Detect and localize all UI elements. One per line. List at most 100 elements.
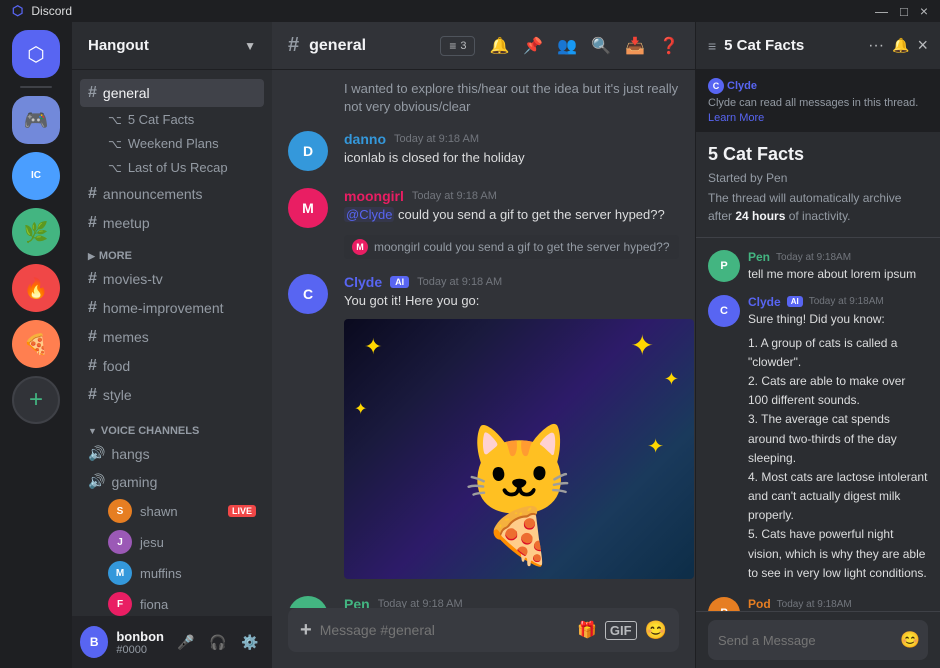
voice-channel-gaming[interactable]: 🔊 gaming <box>80 468 264 495</box>
thread-msg-time: Today at 9:18AM <box>777 599 852 610</box>
channel-item-home-improvement[interactable]: # home-improvement <box>80 294 264 322</box>
server-header[interactable]: Hangout ▼ <box>72 22 272 70</box>
server-list: ⬡ 🎮 IC 🌿 🔥 🍕 + <box>0 22 72 668</box>
server-icon-5[interactable]: 🍕 <box>12 320 60 368</box>
header-actions: ≡ 3 🔔 📌 👥 🔍 📥 ❓ <box>440 36 679 56</box>
more-label: MORE <box>99 250 132 262</box>
message-author: danno <box>344 131 386 147</box>
message: M moongirl Today at 9:18 AM @Clyde could… <box>272 184 695 232</box>
clyde-banner-text: Clyde can read all messages in this thre… <box>708 97 918 109</box>
avatar: D <box>288 131 328 171</box>
maximize-button[interactable]: □ <box>900 4 908 19</box>
voice-user-name: jesu <box>140 535 164 550</box>
thread-msg-content: Pod Today at 9:18AM what are the best ca… <box>748 597 928 611</box>
thread-icon: ≡ <box>449 39 456 53</box>
hash-icon: # <box>88 84 97 102</box>
close-icon[interactable]: × <box>917 35 928 56</box>
headphone-icon[interactable]: 🎧 <box>204 628 232 656</box>
avatar: J <box>108 530 132 554</box>
username: bonbon <box>116 629 164 644</box>
members-icon[interactable]: 👥 <box>557 36 577 56</box>
thread-icon: ≡ <box>708 38 716 54</box>
channel-item-general[interactable]: # general <box>80 79 264 107</box>
channel-item-meetup[interactable]: # meetup <box>80 209 264 237</box>
hash-icon: # <box>288 34 299 57</box>
voice-channel-hangs[interactable]: 🔊 hangs <box>80 440 264 467</box>
thread-info: 5 Cat Facts Started by Pen The thread wi… <box>696 132 940 238</box>
gift-icon[interactable]: 🎁 <box>577 620 597 640</box>
hash-icon: # <box>88 328 97 346</box>
inbox-icon[interactable]: 📥 <box>625 36 645 56</box>
channel-item-style[interactable]: # style <box>80 381 264 409</box>
close-button[interactable]: × <box>920 3 928 19</box>
avatar: P <box>708 250 740 282</box>
channel-item-food[interactable]: # food <box>80 352 264 380</box>
server-icon-2[interactable]: IC <box>12 152 60 200</box>
voice-user-muffins[interactable]: M muffins <box>80 558 264 588</box>
message-author: Clyde <box>344 274 382 290</box>
plus-icon[interactable]: + <box>300 619 312 642</box>
thread-name: Last of Us Recap <box>128 160 228 175</box>
voice-user-fiona[interactable]: F fiona <box>80 589 264 616</box>
chat-input-field[interactable] <box>320 622 569 638</box>
server-icon-home[interactable]: ⬡ <box>12 30 60 78</box>
chevron-right-icon: ▶ <box>88 251 95 262</box>
hash-icon: # <box>88 185 97 203</box>
channel-item-movies-tv[interactable]: # movies-tv <box>80 265 264 293</box>
microphone-icon[interactable]: 🎤 <box>172 628 200 656</box>
voice-user-shawn[interactable]: S shawn LIVE <box>80 496 264 526</box>
server-icon-3[interactable]: 🌿 <box>12 208 60 256</box>
chevron-down-icon: ▼ <box>244 39 256 53</box>
emoji-icon[interactable]: 😊 <box>900 630 920 650</box>
message-content: I wanted to explore this/hear out the id… <box>344 80 679 116</box>
channel-name: general <box>309 37 366 55</box>
learn-more-link[interactable]: Learn More <box>708 112 764 124</box>
settings-icon[interactable]: ⚙️ <box>236 628 264 656</box>
channel-item-weekendplans[interactable]: ⌥ Weekend Plans <box>80 132 264 155</box>
ellipsis-icon[interactable]: ··· <box>868 37 884 55</box>
thread-input-field[interactable] <box>718 633 894 648</box>
messages-area: I wanted to explore this/hear out the id… <box>272 70 695 608</box>
thread-msg-author: Pen <box>748 250 770 264</box>
voice-user-jesu[interactable]: J jesu <box>80 527 264 557</box>
voice-user-name: fiona <box>140 597 168 612</box>
thread-msg-content: Clyde AI Today at 9:18AM Sure thing! Did… <box>748 295 928 328</box>
gif-icon[interactable]: GIF <box>605 621 637 640</box>
help-icon[interactable]: ❓ <box>659 36 679 56</box>
server-name: Hangout <box>88 37 244 54</box>
main-chat: # general ≡ 3 🔔 📌 👥 🔍 📥 ❓ I wanted to ex… <box>272 22 695 668</box>
more-section-header[interactable]: ▶ MORE <box>72 238 272 264</box>
thread-count-badge[interactable]: ≡ 3 <box>440 36 475 56</box>
channel-item-5catfacts[interactable]: ⌥ 5 Cat Facts <box>80 108 264 131</box>
thread-message: P Pen Today at 9:18AM tell me more about… <box>696 246 940 287</box>
emoji-icon[interactable]: 😊 <box>645 620 667 641</box>
thread-input-container: 😊 <box>708 620 928 660</box>
search-icon[interactable]: 🔍 <box>591 36 611 56</box>
discord-logo: ⬡ <box>12 3 23 19</box>
clyde-name: Clyde <box>727 80 757 92</box>
user-tag: #0000 <box>116 644 164 656</box>
user-info: bonbon #0000 <box>116 629 164 656</box>
minimize-button[interactable]: — <box>875 4 888 19</box>
thread-msg-text: tell me more about lorem ipsum <box>748 266 928 283</box>
archive-hours: 24 hours <box>735 209 785 223</box>
channel-item-lastofus[interactable]: ⌥ Last of Us Recap <box>80 156 264 179</box>
voice-channel-name: gaming <box>111 474 256 490</box>
server-icon-1[interactable]: 🎮 <box>12 96 60 144</box>
channel-item-memes[interactable]: # memes <box>80 323 264 351</box>
voice-section-header[interactable]: ▼ VOICE CHANNELS <box>72 413 272 439</box>
server-icon-4[interactable]: 🔥 <box>12 264 60 312</box>
add-server-button[interactable]: + <box>12 376 60 424</box>
message-time: Today at 9:18 AM <box>417 276 502 288</box>
pin-icon[interactable]: 📌 <box>523 36 543 56</box>
message-time: Today at 9:18 AM <box>412 190 497 202</box>
thread-msg-text: Sure thing! Did you know: <box>748 311 928 328</box>
thread-archive-info: The thread will automatically archive af… <box>708 189 928 225</box>
channel-item-announcements[interactable]: # announcements <box>80 180 264 208</box>
bell-icon[interactable]: 🔔 <box>489 36 509 56</box>
avatar[interactable]: B <box>80 626 108 658</box>
avatar: P <box>708 597 740 611</box>
thread-message: C Clyde AI Today at 9:18AM Sure thing! D… <box>696 291 940 332</box>
bell-icon[interactable]: 🔔 <box>892 37 909 54</box>
channel-name: meetup <box>103 215 256 231</box>
